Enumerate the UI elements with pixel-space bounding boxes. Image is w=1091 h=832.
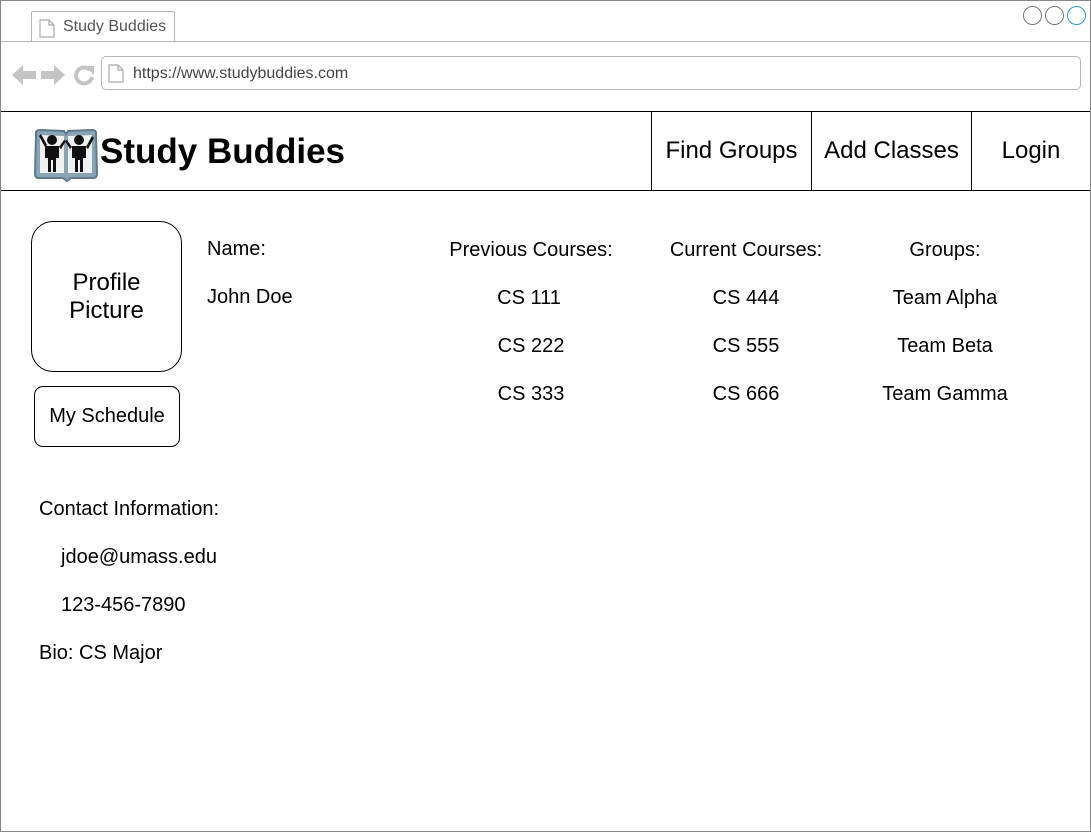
maximize-button[interactable] — [1045, 6, 1064, 25]
previous-course-item[interactable]: CS 111 — [429, 287, 629, 310]
study-buddies-logo-icon — [33, 128, 99, 182]
tab-title: Study Buddies — [63, 18, 167, 35]
address-bar[interactable]: https://www.studybuddies.com — [101, 56, 1081, 90]
previous-courses-label: Previous Courses: — [449, 239, 613, 261]
current-course-item[interactable]: CS 444 — [646, 287, 846, 310]
minimize-button[interactable] — [1023, 6, 1042, 25]
nav-add-classes[interactable]: Add Classes — [811, 112, 971, 190]
previous-course-item[interactable]: CS 222 — [431, 335, 631, 358]
nav-find-groups[interactable]: Find Groups — [651, 112, 811, 190]
current-courses-label: Current Courses: — [669, 239, 823, 261]
window-controls — [1020, 6, 1086, 30]
name-label: Name: — [207, 238, 266, 260]
group-item[interactable]: Team Beta — [845, 335, 1045, 358]
name-value: John Doe — [207, 286, 293, 308]
current-course-item[interactable]: CS 555 — [646, 335, 846, 358]
reload-icon[interactable] — [72, 64, 96, 86]
phone-value: 123-456-7890 — [61, 594, 186, 616]
my-schedule-button[interactable]: My Schedule — [34, 386, 180, 447]
profile-picture-label: Profile Picture — [69, 268, 144, 324]
page-icon — [39, 19, 55, 38]
browser-tab[interactable]: Study Buddies — [31, 11, 175, 41]
browser-window: Study Buddies https://www.studybuddies.c… — [0, 0, 1091, 832]
forward-arrow-icon[interactable] — [40, 64, 66, 86]
page-icon — [108, 64, 124, 83]
previous-course-item[interactable]: CS 333 — [431, 383, 631, 406]
back-arrow-icon[interactable] — [11, 64, 37, 86]
brand-name[interactable]: Study Buddies — [100, 132, 345, 172]
close-button[interactable] — [1067, 6, 1086, 25]
contact-information-label: Contact Information: — [39, 498, 220, 520]
tab-strip: Study Buddies — [1, 1, 1090, 42]
group-item[interactable]: Team Gamma — [845, 383, 1045, 406]
nav-login[interactable]: Login — [971, 112, 1090, 190]
current-course-item[interactable]: CS 666 — [646, 383, 846, 406]
email-value: jdoe@umass.edu — [61, 546, 217, 568]
groups-label: Groups: — [909, 239, 981, 261]
bio-text: Bio: CS Major — [39, 642, 163, 664]
app-header: Study Buddies Find Groups Add Classes Lo… — [1, 111, 1090, 191]
group-item[interactable]: Team Alpha — [845, 287, 1045, 310]
profile-picture: Profile Picture — [31, 221, 182, 372]
url-text: https://www.studybuddies.com — [133, 65, 349, 82]
browser-toolbar: https://www.studybuddies.com — [1, 42, 1090, 110]
